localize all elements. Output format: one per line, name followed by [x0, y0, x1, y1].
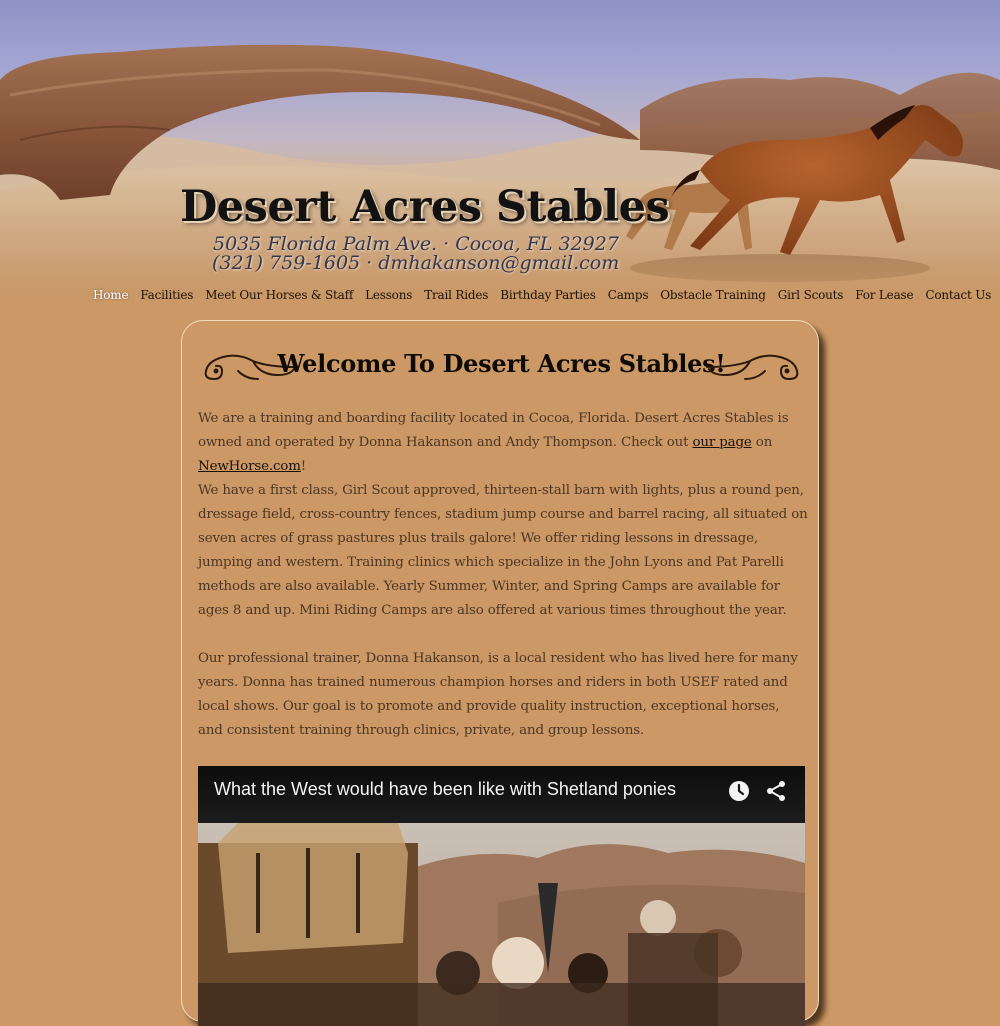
our-page-link[interactable]: our page	[692, 435, 751, 450]
contact-line: (321) 759-1605 · dmhakanson@gmail.com	[212, 252, 619, 274]
separator: ·	[366, 252, 373, 274]
nav-item-facilities[interactable]: Facilities	[134, 288, 199, 302]
trainer-paragraph: Our professional trainer, Donna Hakanson…	[198, 651, 798, 738]
nav-item-girl-scouts[interactable]: Girl Scouts	[772, 288, 850, 302]
newhorse-link[interactable]: NewHorse.com	[198, 459, 301, 474]
email-address: dmhakanson@gmail.com	[378, 252, 620, 274]
site-title: Desert Acres Stables	[180, 182, 670, 232]
nav-item-lessons[interactable]: Lessons	[359, 288, 418, 302]
nav-item-for-lease[interactable]: For Lease	[849, 288, 919, 302]
intro-text-mid: on	[751, 435, 773, 450]
share-icon[interactable]	[764, 779, 788, 803]
intro-paragraph: We are a training and boarding facility …	[198, 407, 808, 479]
nav-item-birthday-parties[interactable]: Birthday Parties	[494, 288, 602, 302]
main-navigation: Home Facilities Meet Our Horses & Staff …	[87, 283, 997, 307]
watch-later-icon[interactable]	[727, 779, 751, 803]
phone-number: (321) 759-1605	[212, 252, 361, 274]
nav-item-meet-our-horses-staff[interactable]: Meet Our Horses & Staff	[199, 288, 359, 302]
nav-item-trail-rides[interactable]: Trail Rides	[418, 288, 494, 302]
nav-item-contact-us[interactable]: Contact Us	[919, 288, 997, 302]
flourish-right-icon	[706, 354, 799, 381]
content-panel: Welcome To Desert Acres Stables! We are …	[181, 320, 819, 1026]
video-thumbnail[interactable]	[198, 823, 805, 1026]
facilities-paragraph: We have a first class, Girl Scout approv…	[198, 483, 808, 618]
intro-text-end: !	[300, 459, 306, 474]
video-embed[interactable]: What the West would have been like with …	[198, 766, 805, 1026]
welcome-heading-row: Welcome To Desert Acres Stables!	[198, 347, 805, 387]
nav-item-camps[interactable]: Camps	[602, 288, 655, 302]
video-title-bar: What the West would have been like with …	[198, 766, 805, 823]
video-title[interactable]: What the West would have been like with …	[214, 779, 676, 800]
nav-item-home[interactable]: Home	[87, 288, 134, 302]
nav-item-obstacle-training[interactable]: Obstacle Training	[654, 288, 771, 302]
site-header: Desert Acres Stables 5035 Florida Palm A…	[0, 0, 1000, 310]
